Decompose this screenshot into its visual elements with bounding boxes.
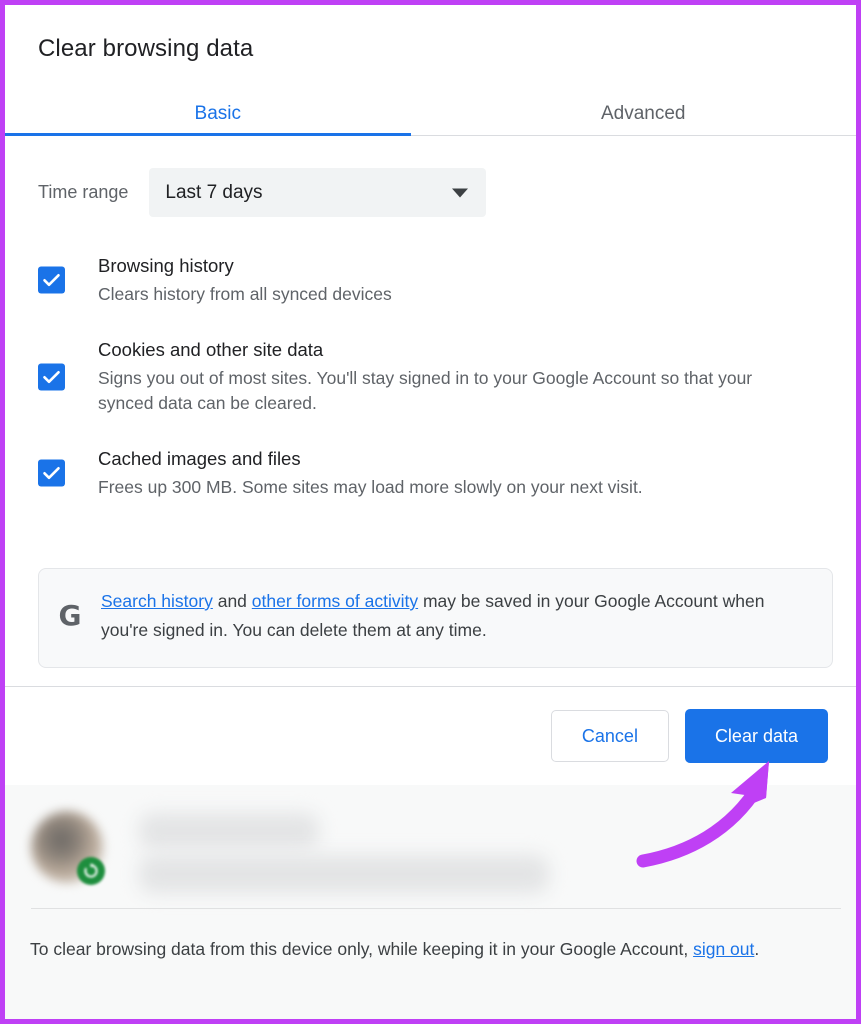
clear-options-list: Browsing history Clears history from all… — [38, 253, 833, 528]
footer-divider — [31, 908, 841, 909]
infobox-conjunction: and — [212, 591, 252, 611]
option-cached-images[interactable]: Cached images and files Frees up 300 MB.… — [38, 446, 833, 500]
option-description: Signs you out of most sites. You'll stay… — [98, 368, 753, 414]
search-history-link[interactable]: Search history — [101, 591, 213, 611]
footer-note-before: To clear browsing data from this device … — [30, 939, 694, 959]
sync-status-icon — [77, 857, 105, 885]
option-cookies[interactable]: Cookies and other site data Signs you ou… — [38, 337, 833, 416]
footer-note-after: . — [754, 939, 760, 959]
option-title: Browsing history — [98, 255, 234, 276]
google-account-infobox: G Search history and other forms of acti… — [38, 568, 833, 669]
google-g-icon: G — [58, 599, 82, 633]
tab-basic[interactable]: Basic — [5, 90, 431, 137]
footer-note: To clear browsing data from this device … — [30, 935, 820, 963]
clear-data-button[interactable]: Clear data — [684, 709, 828, 763]
option-text: Browsing history Clears history from all… — [98, 253, 392, 307]
time-range-value: Last 7 days — [165, 181, 263, 203]
dialog-tabs: Basic Advanced — [5, 90, 856, 137]
settings-footer: To clear browsing data from this device … — [5, 785, 856, 1019]
screenshot-root: Clear browsing data Basic Advanced Time … — [0, 0, 861, 1024]
infobox-text: Search history and other forms of activi… — [101, 587, 812, 645]
account-name-redacted — [139, 813, 319, 849]
checkbox-cached-images[interactable] — [38, 459, 65, 487]
chevron-down-icon — [452, 188, 469, 197]
option-text: Cookies and other site data Signs you ou… — [98, 337, 788, 416]
option-title: Cookies and other site data — [98, 339, 324, 361]
tab-advanced[interactable]: Advanced — [431, 90, 857, 137]
time-range-select[interactable]: Last 7 days — [149, 168, 487, 217]
option-browsing-history[interactable]: Browsing history Clears history from all… — [38, 253, 833, 307]
other-forms-of-activity-link[interactable]: other forms of activity — [252, 591, 418, 611]
account-email-redacted — [139, 855, 549, 893]
cancel-button[interactable]: Cancel — [550, 710, 669, 762]
sign-out-link[interactable]: sign out — [693, 939, 754, 959]
page-title: Clear browsing data — [38, 35, 254, 62]
clear-browsing-data-dialog: Clear browsing data Basic Advanced Time … — [5, 5, 856, 785]
time-range-label: Time range — [38, 182, 129, 202]
option-description: Frees up 300 MB. Some sites may load mor… — [98, 477, 643, 498]
option-title: Cached images and files — [98, 448, 301, 470]
time-range-row: Time range Last 7 days — [38, 168, 487, 217]
tab-active-indicator — [5, 133, 411, 136]
account-row[interactable] — [31, 811, 830, 893]
option-text: Cached images and files Frees up 300 MB.… — [98, 446, 643, 500]
checkbox-browsing-history[interactable] — [38, 266, 65, 294]
checkbox-cookies[interactable] — [38, 363, 65, 391]
option-description: Clears history from all synced devices — [98, 284, 392, 305]
browser-content: Clear browsing data Basic Advanced Time … — [5, 5, 856, 1019]
dialog-actionbar: Cancel Clear data — [5, 687, 856, 785]
